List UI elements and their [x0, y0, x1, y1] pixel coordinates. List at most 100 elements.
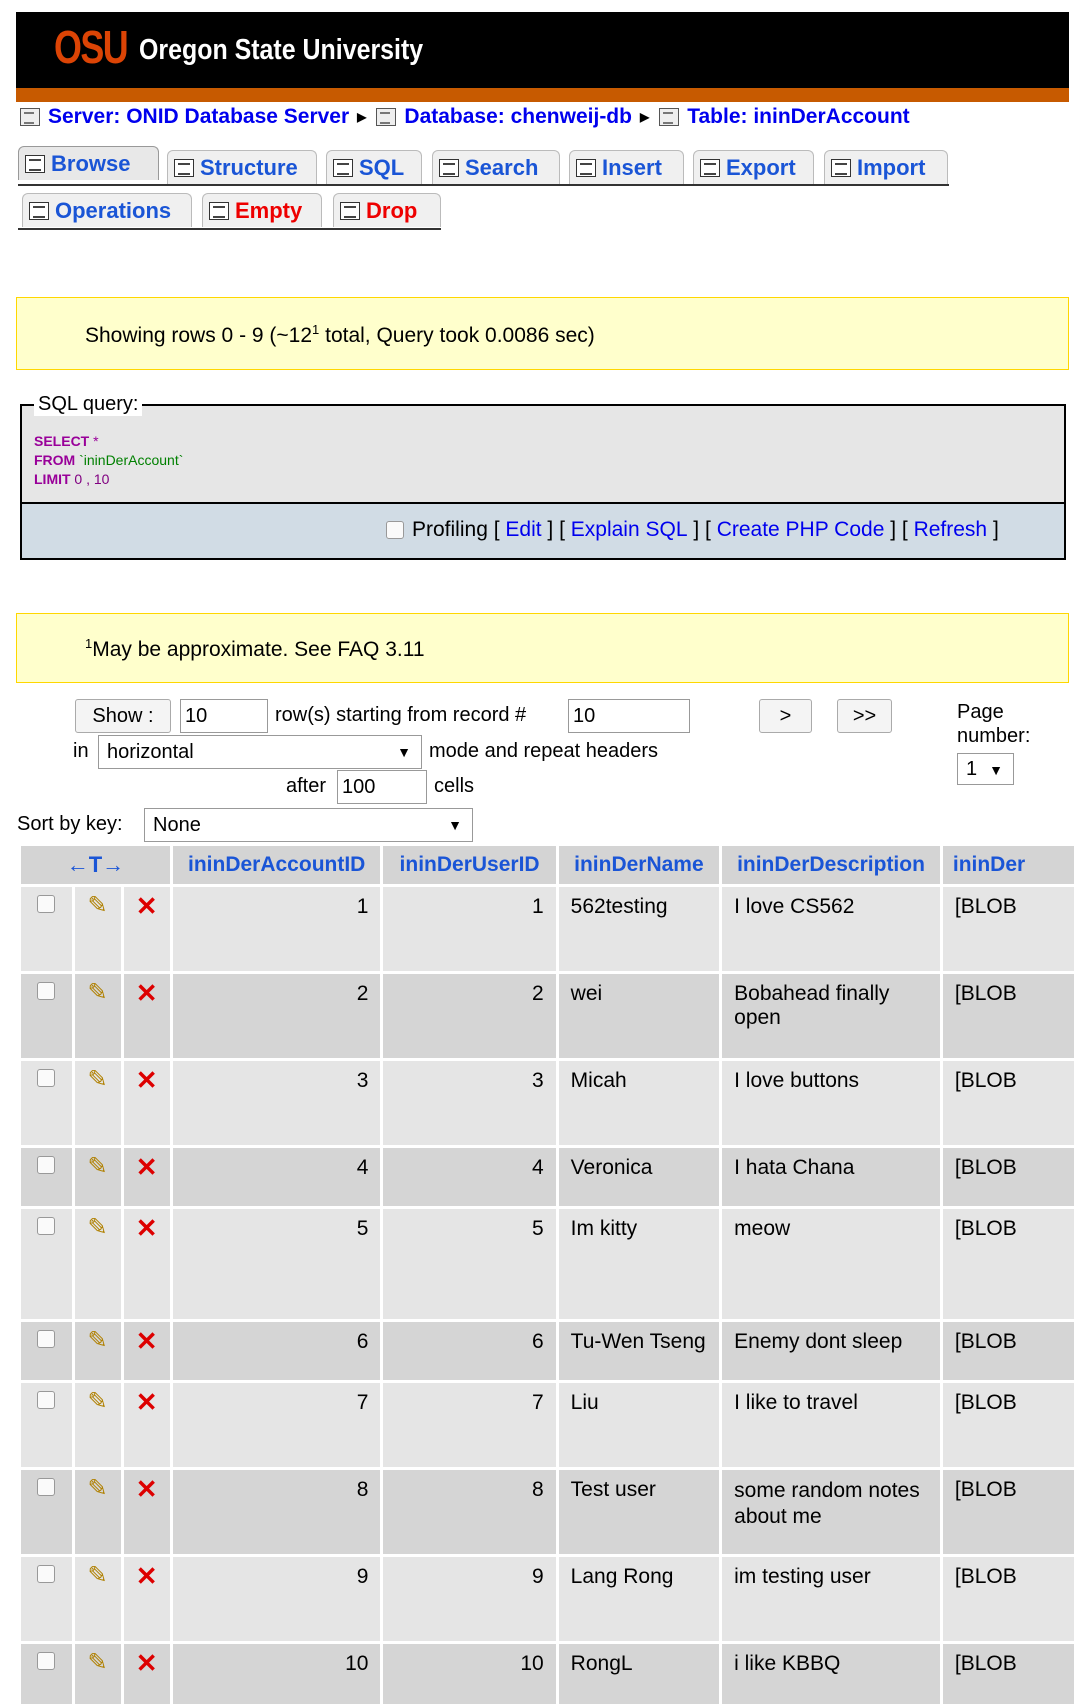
- table-row: ✎ ✕ 3 3 Micah I love buttons [BLOB: [21, 1061, 1074, 1145]
- column-resize-handle[interactable]: ←T→: [21, 846, 170, 884]
- drop-icon: [340, 201, 360, 220]
- profiling-checkbox[interactable]: [386, 521, 404, 539]
- edit-pencil-icon[interactable]: ✎: [87, 1477, 107, 1501]
- delete-x-icon[interactable]: ✕: [136, 1328, 158, 1354]
- row-checkbox[interactable]: [37, 1156, 56, 1174]
- explain-sql-link[interactable]: Explain SQL: [571, 518, 688, 542]
- edit-pencil-icon[interactable]: ✎: [87, 894, 107, 918]
- row-checkbox[interactable]: [37, 1069, 56, 1087]
- tab-row-divider: [18, 184, 949, 186]
- operations-icon: [29, 201, 49, 220]
- delete-x-icon[interactable]: ✕: [136, 1067, 158, 1093]
- column-header-account-id[interactable]: ininDerAccountID: [172, 846, 381, 884]
- delete-x-icon[interactable]: ✕: [136, 1650, 158, 1676]
- edit-pencil-icon[interactable]: ✎: [87, 1155, 107, 1179]
- table-row: ✎ ✕ 8 8 Test user some random notes abou…: [21, 1470, 1074, 1554]
- profiling-label: Profiling: [412, 518, 488, 541]
- create-php-code-link[interactable]: Create PHP Code: [717, 518, 885, 542]
- breadcrumb-database[interactable]: Database: chenweij-db: [404, 105, 632, 129]
- tab-operations[interactable]: Operations: [22, 193, 192, 227]
- edit-pencil-icon[interactable]: ✎: [87, 1651, 107, 1675]
- column-header-blob[interactable]: ininDer: [942, 846, 1074, 884]
- row-checkbox[interactable]: [37, 1391, 56, 1409]
- cell-name: wei: [558, 974, 720, 1058]
- tab-drop[interactable]: Drop: [333, 193, 441, 227]
- column-header-name[interactable]: ininDerName: [558, 846, 720, 884]
- tab-export[interactable]: Export: [693, 150, 814, 184]
- tab-import[interactable]: Import: [824, 150, 948, 184]
- cell-name: Tu-Wen Tseng: [558, 1322, 720, 1380]
- tab-search[interactable]: Search: [432, 150, 560, 184]
- tab-browse[interactable]: Browse: [18, 146, 159, 180]
- table-row: ✎ ✕ 2 2 wei Bobahead finally open [BLOB: [21, 974, 1074, 1058]
- breadcrumb-table[interactable]: Table: ininDerAccount: [687, 105, 909, 129]
- delete-x-icon[interactable]: ✕: [136, 980, 158, 1006]
- edit-pencil-icon[interactable]: ✎: [87, 981, 107, 1005]
- last-page-button[interactable]: >>: [837, 699, 892, 733]
- cell-user-id: 2: [383, 974, 556, 1058]
- delete-x-icon[interactable]: ✕: [136, 1215, 158, 1241]
- refresh-link[interactable]: Refresh: [914, 518, 988, 542]
- delete-x-icon[interactable]: ✕: [136, 1389, 158, 1415]
- edit-pencil-icon[interactable]: ✎: [87, 1329, 107, 1353]
- tab-structure[interactable]: Structure: [167, 150, 317, 184]
- cell-description: i like KBBQ: [722, 1644, 940, 1704]
- cell-user-id: 6: [383, 1322, 556, 1380]
- approximate-footnote: 1May be approximate. See FAQ 3.11: [16, 613, 1069, 683]
- breadcrumb-arrow-icon: ▶: [639, 110, 650, 124]
- browse-icon: [25, 154, 45, 173]
- table-row: ✎ ✕ 10 10 RongL i like KBBQ [BLOB: [21, 1644, 1074, 1704]
- tab-empty[interactable]: Empty: [202, 193, 322, 227]
- row-checkbox[interactable]: [37, 895, 56, 913]
- edit-pencil-icon[interactable]: ✎: [87, 1216, 107, 1240]
- display-mode-select[interactable]: horizontal ▼: [98, 735, 422, 769]
- cell-blob: [BLOB: [942, 1061, 1074, 1145]
- cell-description: im testing user: [722, 1557, 940, 1641]
- mode-label: mode and repeat headers: [429, 740, 659, 762]
- delete-x-icon[interactable]: ✕: [136, 1154, 158, 1180]
- tab-insert[interactable]: Insert: [569, 150, 684, 184]
- show-button[interactable]: Show :: [75, 699, 171, 733]
- column-header-description[interactable]: ininDerDescription: [722, 846, 940, 884]
- edit-pencil-icon[interactable]: ✎: [87, 1564, 107, 1588]
- rows-count-input[interactable]: 10: [180, 699, 268, 733]
- sort-by-key-select[interactable]: None ▼: [144, 808, 473, 842]
- cell-blob: [BLOB: [942, 1322, 1074, 1380]
- edit-pencil-icon[interactable]: ✎: [87, 1390, 107, 1414]
- breadcrumb-server[interactable]: Server: ONID Database Server: [48, 105, 349, 129]
- cell-user-id: 3: [383, 1061, 556, 1145]
- search-icon: [439, 158, 459, 177]
- row-checkbox[interactable]: [37, 1478, 56, 1496]
- cell-account-id: 6: [172, 1322, 381, 1380]
- row-checkbox[interactable]: [37, 1217, 56, 1235]
- start-record-input[interactable]: 10: [568, 699, 690, 733]
- database-icon: [376, 108, 397, 126]
- next-page-button[interactable]: >: [759, 699, 812, 733]
- server-icon: [20, 108, 40, 126]
- university-name: Oregon State University: [139, 34, 424, 66]
- delete-x-icon[interactable]: ✕: [136, 1563, 158, 1589]
- row-checkbox[interactable]: [37, 1330, 56, 1348]
- table-row: ✎ ✕ 4 4 Veronica I hata Chana [BLOB: [21, 1148, 1074, 1206]
- cell-account-id: 5: [172, 1209, 381, 1319]
- cell-account-id: 3: [172, 1061, 381, 1145]
- table-row: ✎ ✕ 6 6 Tu-Wen Tseng Enemy dont sleep [B…: [21, 1322, 1074, 1380]
- empty-icon: [209, 201, 229, 220]
- tab-sql[interactable]: SQL: [326, 150, 422, 184]
- sql-icon: [333, 158, 353, 177]
- row-checkbox[interactable]: [37, 1565, 56, 1583]
- cell-account-id: 9: [172, 1557, 381, 1641]
- delete-x-icon[interactable]: ✕: [136, 893, 158, 919]
- row-checkbox[interactable]: [37, 1652, 56, 1670]
- edit-pencil-icon[interactable]: ✎: [87, 1068, 107, 1092]
- row-checkbox[interactable]: [37, 982, 56, 1000]
- in-label: in: [73, 740, 89, 762]
- cell-description: I like to travel: [722, 1383, 940, 1467]
- sql-query-legend: SQL query:: [34, 393, 143, 416]
- delete-x-icon[interactable]: ✕: [136, 1476, 158, 1502]
- repeat-headers-input[interactable]: 100: [337, 770, 427, 804]
- cell-description: some random notes about me: [722, 1470, 940, 1554]
- column-header-user-id[interactable]: ininDerUserID: [383, 846, 556, 884]
- page-number-select[interactable]: 1 ▼: [957, 753, 1014, 785]
- edit-sql-link[interactable]: Edit: [505, 518, 541, 542]
